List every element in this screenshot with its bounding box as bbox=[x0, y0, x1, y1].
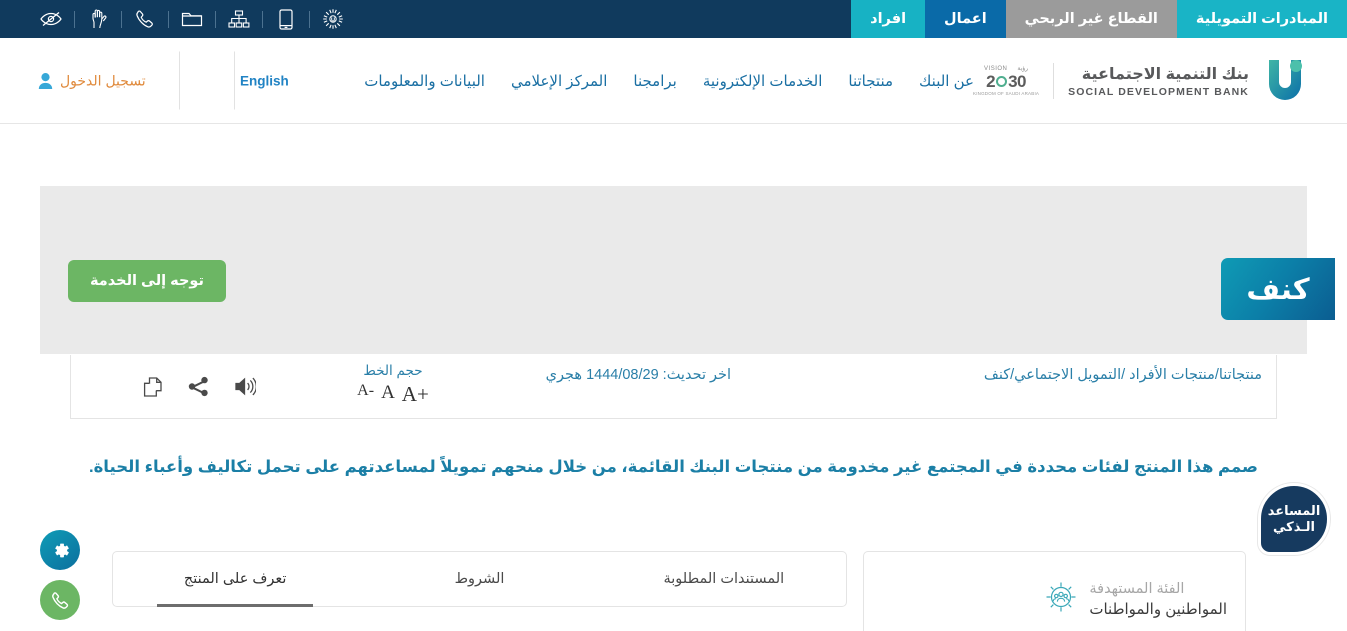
target-category-value: المواطنين والمواطنات bbox=[1089, 601, 1227, 618]
phone-icon[interactable] bbox=[128, 0, 162, 38]
tab-required-documents[interactable]: المستندات المطلوبة bbox=[602, 552, 846, 606]
bank-name-block: بنك التنمية الاجتماعية SOCIAL DEVELOPMEN… bbox=[1068, 64, 1249, 98]
go-to-service-button[interactable]: توجه إلى الخدمة bbox=[68, 260, 226, 302]
nav-item-products[interactable]: منتجاتنا bbox=[835, 72, 906, 90]
hero-panel: كنف توجه إلى الخدمة bbox=[40, 186, 1335, 354]
sector-tab-individuals[interactable]: افراد bbox=[851, 0, 926, 38]
divider bbox=[309, 10, 310, 28]
sector-tab-financing-initiatives[interactable]: المبادرات التمويلية bbox=[1176, 0, 1347, 38]
bank-logo[interactable]: VISION رؤية 2 30 KINGDOM OF SAUDI ARABIA … bbox=[973, 58, 1307, 104]
mobile-icon[interactable] bbox=[269, 0, 303, 38]
divider bbox=[121, 10, 122, 28]
speaker-icon[interactable] bbox=[234, 377, 256, 397]
accessibility-topbar: افراد اعمال القطاع غير الربحي المبادرات … bbox=[0, 0, 1347, 38]
sign-language-icon[interactable] bbox=[81, 0, 115, 38]
vision-2030-top-row: VISION رؤية bbox=[984, 65, 1029, 73]
divider bbox=[74, 10, 75, 28]
nav-item-media-center[interactable]: المركز الإعلامي bbox=[498, 72, 620, 90]
page-action-icons bbox=[143, 376, 256, 397]
logo-divider bbox=[1053, 62, 1055, 99]
tab-about-product[interactable]: تعرف على المنتج bbox=[113, 552, 357, 607]
tab-conditions[interactable]: الشروط bbox=[357, 552, 601, 606]
product-description: صمم هذا المنتج لفئات محددة في المجتمع غي… bbox=[88, 458, 1258, 476]
target-category-content: الفئة المستهدفة المواطنين والمواطنات bbox=[1045, 581, 1227, 618]
saudi-emblem-icon[interactable] bbox=[316, 0, 350, 38]
bank-name-arabic: بنك التنمية الاجتماعية bbox=[1081, 65, 1249, 83]
settings-fab-button[interactable] bbox=[40, 530, 80, 570]
target-category-title: الفئة المستهدفة bbox=[1089, 581, 1185, 597]
language-toggle[interactable]: English bbox=[240, 73, 289, 88]
nav-item-data-information[interactable]: البيانات والمعلومات bbox=[351, 72, 498, 90]
divider bbox=[215, 10, 216, 28]
assistant-label-line2: الـذكي bbox=[1273, 519, 1316, 534]
sector-tab-group: افراد اعمال القطاع غير الربحي المبادرات … bbox=[851, 0, 1347, 38]
phone-icon bbox=[51, 591, 68, 609]
smart-assistant-widget[interactable]: المساعد الـذكي bbox=[1258, 483, 1330, 555]
font-increase-button[interactable]: A+ bbox=[402, 382, 429, 407]
nav-item-about-bank[interactable]: عن البنك bbox=[906, 72, 987, 90]
font-normal-button[interactable]: A bbox=[381, 382, 395, 407]
font-decrease-button[interactable]: A- bbox=[357, 382, 374, 407]
folder-icon[interactable] bbox=[175, 0, 209, 38]
bank-name-english: SOCIAL DEVELOPMENT BANK bbox=[1068, 85, 1249, 98]
vision-2030-year: 2 30 bbox=[986, 72, 1026, 91]
divider bbox=[262, 10, 263, 28]
contact-fab-button[interactable] bbox=[40, 580, 80, 620]
product-tab-bar: تعرف على المنتج الشروط المستندات المطلوب… bbox=[112, 551, 847, 607]
sector-tab-nonprofit[interactable]: القطاع غير الربحي bbox=[1005, 0, 1177, 38]
vision-2030-subtitle: KINGDOM OF SAUDI ARABIA bbox=[973, 91, 1040, 96]
sector-tab-business[interactable]: اعمال bbox=[925, 0, 1006, 38]
target-group-icon bbox=[1046, 582, 1076, 612]
vision-word: VISION bbox=[984, 65, 1008, 72]
user-icon bbox=[38, 72, 53, 89]
vision-word-ar: رؤية bbox=[1017, 66, 1029, 72]
main-navigation: عن البنك منتجاتنا الخدمات الإلكترونية بر… bbox=[351, 72, 987, 90]
login-label: تسجيل الدخول bbox=[60, 72, 146, 88]
assistant-label-line1: المساعد bbox=[1267, 502, 1321, 518]
font-size-buttons: A- A A+ bbox=[338, 382, 448, 407]
site-header: VISION رؤية 2 30 KINGDOM OF SAUDI ARABIA … bbox=[0, 38, 1347, 124]
product-title-badge: كنف bbox=[1221, 258, 1335, 320]
target-category-texts: الفئة المستهدفة المواطنين والمواطنات bbox=[1089, 581, 1227, 618]
font-size-label: حجم الخط bbox=[363, 363, 423, 378]
sdb-mark-icon bbox=[1269, 59, 1302, 100]
divider bbox=[168, 10, 169, 28]
accessibility-icon-group bbox=[34, 0, 350, 38]
target-category-card: الفئة المستهدفة المواطنين والمواطنات bbox=[863, 551, 1246, 631]
nav-item-eservices[interactable]: الخدمات الإلكترونية bbox=[690, 72, 836, 90]
gear-icon bbox=[54, 543, 69, 557]
eye-off-icon[interactable] bbox=[34, 0, 68, 38]
sitemap-icon[interactable] bbox=[222, 0, 256, 38]
font-size-control: حجم الخط A- A A+ bbox=[338, 363, 448, 407]
share-icon[interactable] bbox=[188, 376, 209, 397]
login-divider-left bbox=[233, 51, 235, 110]
login-divider-right bbox=[178, 51, 180, 110]
nav-item-programs[interactable]: برامجنا bbox=[620, 72, 689, 90]
page-root: افراد اعمال القطاع غير الربحي المبادرات … bbox=[0, 0, 1347, 631]
vision-ring-icon bbox=[996, 76, 1008, 87]
product-meta-bar: منتجاتنا/منتجات الأفراد /التمويل الاجتما… bbox=[70, 355, 1277, 419]
breadcrumb[interactable]: منتجاتنا/منتجات الأفراد /التمويل الاجتما… bbox=[984, 367, 1262, 383]
login-link[interactable]: تسجيل الدخول bbox=[38, 51, 235, 110]
last-updated-text: اخر تحديث: 1444/08/29 هجري bbox=[545, 367, 731, 383]
copy-icon[interactable] bbox=[143, 376, 163, 397]
